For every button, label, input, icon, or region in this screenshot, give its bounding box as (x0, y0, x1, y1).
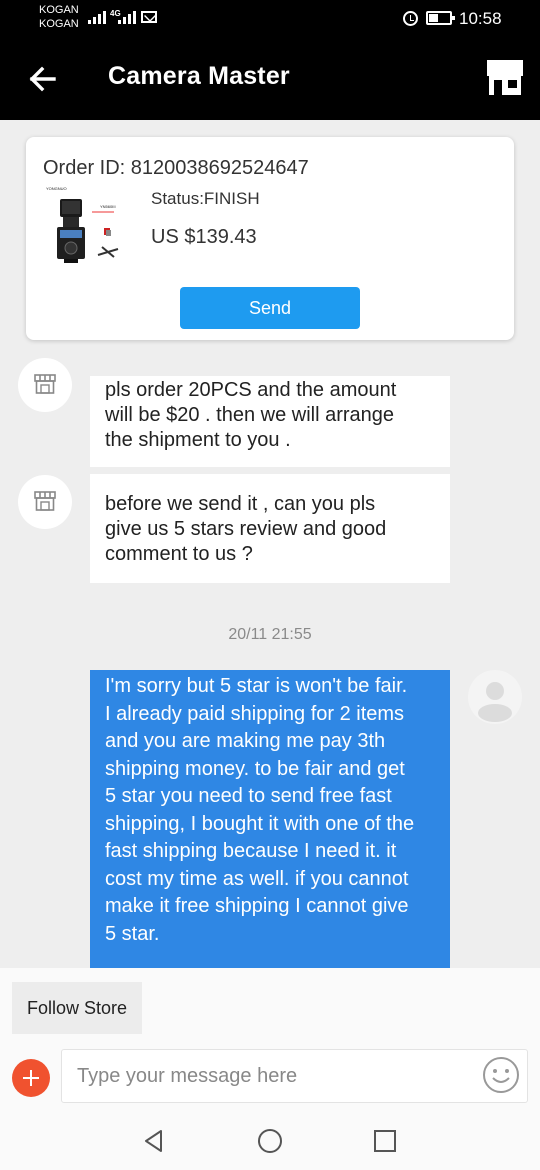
mail-icon (141, 11, 157, 23)
store-icon[interactable] (486, 60, 524, 96)
emoji-icon[interactable] (482, 1056, 520, 1094)
store-avatar[interactable] (18, 358, 72, 412)
product-thumbnail[interactable]: YONGNUO YN560III (42, 185, 128, 275)
message-bubble-mine: I'm sorry but 5 star is won't be fair. I… (90, 670, 450, 968)
follow-store-button[interactable]: Follow Store (12, 982, 142, 1034)
message-input[interactable]: Type your message here (61, 1049, 528, 1103)
signal-icon (88, 10, 106, 24)
order-status: Status:FINISH (151, 189, 260, 208)
message-bubble-store: pls order 20PCS and the amount will be $… (90, 376, 450, 467)
carrier-labels: KOGAN KOGAN (39, 3, 79, 31)
thumb-model: YN560III (100, 204, 116, 209)
store-avatar[interactable] (18, 475, 72, 529)
order-id: Order ID: 8120038692524647 (43, 157, 309, 179)
status-bar: KOGAN KOGAN 4G 10:58 (0, 0, 540, 40)
page-title: Camera Master (108, 62, 290, 90)
clock: 10:58 (459, 9, 502, 28)
back-arrow-icon[interactable] (28, 62, 58, 96)
signal-icon-2 (118, 10, 136, 24)
carrier-2: KOGAN (39, 18, 79, 30)
app-bar: Camera Master (0, 40, 540, 120)
message-text: I'm sorry but 5 star is won't be fair. I… (105, 675, 415, 945)
message-timestamp: 20/11 21:55 (228, 626, 312, 643)
order-card: Order ID: 8120038692524647 YONGNUO YN560… (26, 137, 514, 340)
user-avatar[interactable] (468, 670, 522, 724)
store-icon (34, 491, 56, 511)
store-icon (34, 374, 56, 394)
thumb-brand: YONGNUO (46, 186, 67, 191)
person-icon (478, 682, 512, 722)
system-nav-bar (0, 1110, 540, 1170)
message-bubble-store: before we send it , can you pls give us … (90, 474, 450, 583)
battery-icon (426, 11, 455, 25)
message-text: before we send it , can you pls give us … (105, 493, 387, 565)
message-text: pls order 20PCS and the amount will be $… (105, 379, 397, 451)
nav-recent-icon[interactable] (372, 1128, 398, 1154)
nav-back-icon[interactable] (141, 1128, 167, 1154)
carrier-1: KOGAN (39, 4, 79, 16)
alarm-icon (403, 11, 418, 26)
nav-home-icon[interactable] (257, 1128, 283, 1154)
add-attachment-icon[interactable] (12, 1059, 50, 1097)
order-price: US $139.43 (151, 226, 257, 248)
send-order-button[interactable]: Send (180, 287, 360, 329)
